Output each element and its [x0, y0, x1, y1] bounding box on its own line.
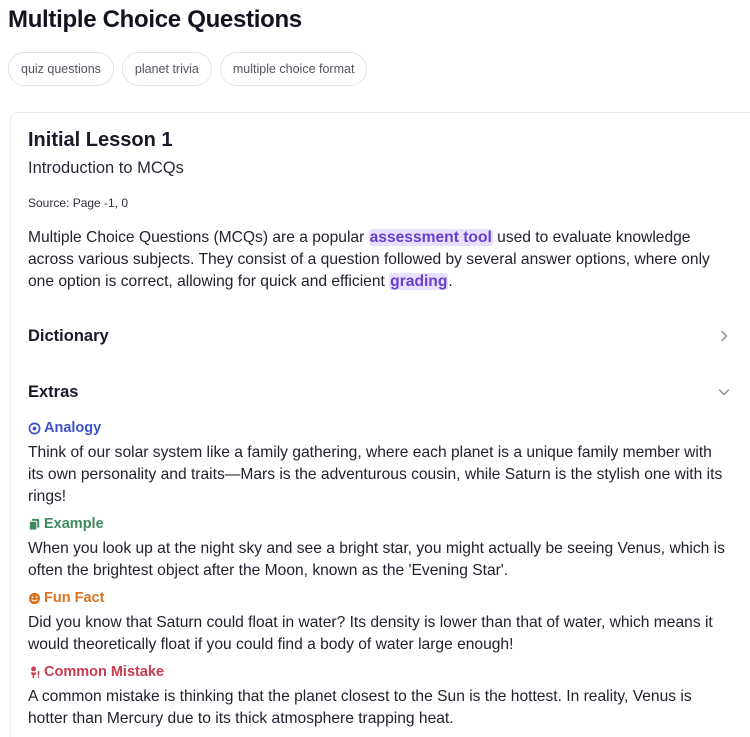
highlight-term[interactable]: assessment tool: [368, 229, 493, 246]
extras-section-header[interactable]: Extras: [28, 378, 732, 406]
common-mistake-heading: Common Mistake: [28, 664, 164, 680]
example-label: Example: [44, 516, 104, 532]
tag-multiple-choice-format[interactable]: multiple choice format: [219, 52, 368, 86]
dictionary-section-header[interactable]: Dictionary: [28, 322, 732, 350]
smile-icon: [28, 592, 41, 604]
lesson-title: Initial Lesson 1: [28, 129, 173, 151]
copy-icon: [28, 518, 40, 531]
dictionary-label: Dictionary: [28, 326, 109, 345]
chevron-down-icon: [718, 389, 730, 396]
fun-fact-heading: Fun Fact: [28, 590, 104, 606]
tag-list: quiz questions planet trivia multiple ch…: [8, 52, 368, 86]
lesson-body-text: .: [448, 273, 453, 290]
lesson-body: Multiple Choice Questions (MCQs) are a p…: [28, 227, 728, 293]
warning-person-icon: [30, 666, 40, 678]
example-text: When you look up at the night sky and se…: [28, 540, 725, 579]
target-icon: [28, 422, 41, 434]
analogy-text: Think of our solar system like a family …: [28, 444, 723, 505]
fun-fact-text: Did you know that Saturn could float in …: [28, 614, 713, 653]
page-title: Multiple Choice Questions: [8, 6, 302, 33]
highlight-term[interactable]: grading: [389, 273, 449, 290]
example-heading: Example: [28, 516, 104, 532]
analogy-heading: Analogy: [28, 420, 101, 436]
common-mistake-text: A common mistake is thinking that the pl…: [28, 688, 692, 727]
lesson-subtitle: Introduction to MCQs: [28, 159, 184, 177]
extras-label: Extras: [28, 382, 79, 401]
lesson-body-text: Multiple Choice Questions (MCQs) are a p…: [28, 229, 369, 246]
fun-fact-label: Fun Fact: [44, 590, 105, 606]
analogy-label: Analogy: [44, 420, 102, 436]
lesson-card: Initial Lesson 1 Introduction to MCQs So…: [10, 112, 750, 737]
tag-quiz-questions[interactable]: quiz questions: [8, 52, 114, 86]
tag-planet-trivia[interactable]: planet trivia: [121, 52, 212, 86]
chevron-right-icon: [721, 330, 728, 342]
common-mistake-label: Common Mistake: [44, 664, 165, 680]
lesson-source: Source: Page -1, 0: [28, 196, 129, 210]
